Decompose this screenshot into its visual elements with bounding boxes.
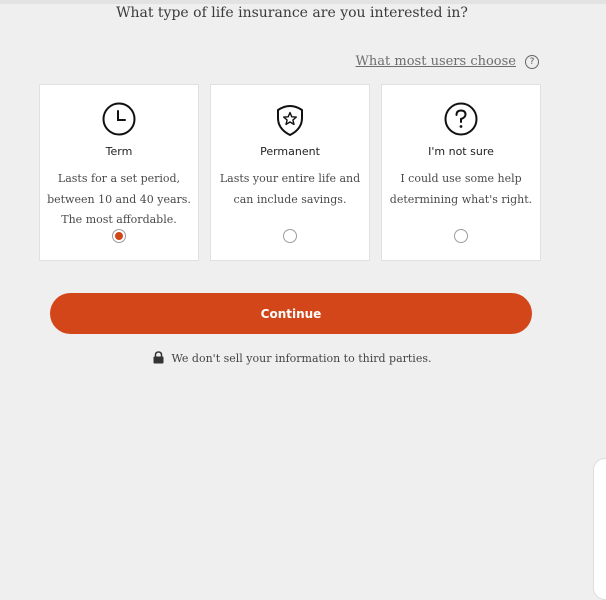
help-row: What most users choose ?: [356, 54, 539, 69]
option-card-not-sure[interactable]: I'm not sure I could use some help deter…: [381, 84, 541, 261]
option-radio-permanent[interactable]: [283, 229, 297, 243]
option-description: I could use some help determining what's…: [389, 172, 533, 206]
clock-icon: [102, 102, 136, 136]
privacy-note: We don't sell your information to third …: [0, 351, 584, 365]
lock-icon: [153, 351, 164, 364]
top-divider: [0, 0, 606, 4]
help-question-icon[interactable]: ?: [525, 54, 539, 69]
option-description: Lasts for a set period, between 10 and 4…: [47, 172, 191, 226]
option-description: Lasts your entire life and can include s…: [219, 172, 361, 206]
option-title: Term: [105, 145, 133, 158]
option-radio-term[interactable]: [112, 229, 126, 243]
option-radio-not-sure[interactable]: [454, 229, 468, 243]
option-title: Permanent: [260, 145, 320, 158]
option-title: I'm not sure: [428, 145, 494, 158]
shield-star-icon: [277, 105, 303, 136]
page-question: What type of life insurance are you inte…: [116, 5, 468, 21]
option-cards: Term Lasts for a set period, between 10 …: [39, 84, 541, 261]
privacy-text: We don't sell your information to third …: [171, 352, 432, 365]
option-card-term[interactable]: Term Lasts for a set period, between 10 …: [39, 84, 199, 261]
side-panel-edge: [593, 458, 606, 600]
what-users-choose-link[interactable]: What most users choose: [356, 54, 516, 69]
continue-button[interactable]: Continue: [50, 293, 532, 334]
option-card-permanent[interactable]: Permanent Lasts your entire life and can…: [210, 84, 370, 261]
question-circle-icon: [444, 102, 478, 136]
